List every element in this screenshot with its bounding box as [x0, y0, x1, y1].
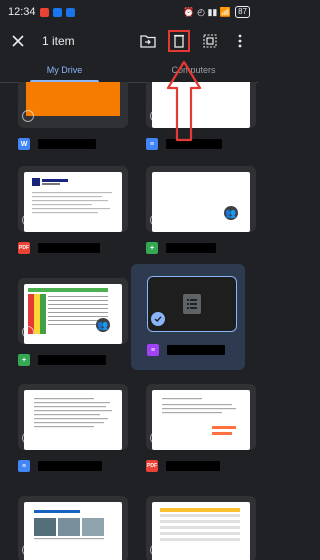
- notification-icon: [65, 7, 75, 17]
- notification-icon: [39, 7, 49, 17]
- file-thumbnail: [18, 278, 128, 344]
- word-icon: W: [18, 138, 30, 150]
- pdf-icon: PDF: [18, 242, 30, 254]
- close-icon[interactable]: [8, 31, 28, 51]
- file-meta: PDF: [146, 458, 220, 474]
- file-thumbnail: [146, 384, 256, 450]
- file-thumbnail: [146, 166, 256, 232]
- docs-icon: ≡: [146, 138, 158, 150]
- battery-icon: 87: [235, 6, 250, 18]
- file-meta: ≡: [147, 344, 225, 356]
- sheets-icon: +: [146, 242, 158, 254]
- selection-count: 1 item: [42, 34, 75, 48]
- file-meta: ≡: [18, 458, 102, 474]
- file-meta: +: [18, 352, 106, 368]
- selected-check-icon[interactable]: [151, 312, 165, 326]
- more-options-icon[interactable]: [230, 31, 250, 51]
- system-icons: ⏰ ◴ ▮▮ 📶: [183, 6, 232, 17]
- select-circle-icon[interactable]: [150, 544, 162, 556]
- sheets-icon: +: [18, 354, 30, 366]
- select-circle-icon[interactable]: [150, 110, 162, 122]
- file-name-redacted: [38, 355, 106, 365]
- file-thumbnail: [18, 496, 128, 560]
- shared-people-icon: 👥: [224, 206, 238, 220]
- select-circle-icon[interactable]: [22, 544, 34, 556]
- tab-my-drive[interactable]: My Drive: [0, 58, 129, 82]
- move-to-folder-icon[interactable]: [138, 31, 158, 51]
- select-circle-icon[interactable]: [150, 214, 162, 226]
- docs-icon: ≡: [18, 460, 30, 472]
- file-meta: PDF: [18, 240, 100, 256]
- file-name-redacted: [38, 139, 96, 149]
- docs-icon: ≡: [147, 344, 159, 356]
- file-meta: W: [18, 136, 96, 152]
- pdf-icon: PDF: [146, 460, 158, 472]
- drive-tabs: My Drive Computers: [0, 58, 258, 83]
- file-grid: W ≡ PDF 👥 + 👥 + ≡ ≡ PDF: [0, 82, 258, 560]
- select-circle-icon[interactable]: [22, 326, 34, 338]
- file-name-redacted: [166, 243, 216, 253]
- trash-icon: [174, 34, 184, 48]
- selected-file-card[interactable]: ≡: [131, 264, 245, 370]
- shared-people-icon: 👥: [96, 318, 110, 332]
- file-name-redacted: [38, 243, 100, 253]
- select-circle-icon[interactable]: [22, 110, 34, 122]
- notification-icon: [52, 7, 62, 17]
- status-bar: 12:34 ⏰ ◴ ▮▮ 📶 87: [0, 0, 258, 24]
- file-name-redacted: [166, 461, 220, 471]
- file-thumbnail: [18, 384, 128, 450]
- annotation-arrow: [166, 60, 202, 142]
- selection-toolbar: 1 item: [0, 24, 258, 58]
- file-thumbnail: [18, 82, 128, 128]
- file-name-redacted: [167, 345, 225, 355]
- file-thumbnail: [146, 496, 256, 560]
- file-meta: +: [146, 240, 216, 256]
- docs-placeholder-icon: [183, 294, 201, 314]
- select-all-icon[interactable]: [200, 31, 220, 51]
- select-circle-icon[interactable]: [22, 432, 34, 444]
- select-circle-icon[interactable]: [150, 432, 162, 444]
- file-thumbnail: [18, 166, 128, 232]
- delete-button-highlight[interactable]: [168, 30, 190, 52]
- clock: 12:34: [8, 6, 36, 18]
- file-name-redacted: [38, 461, 102, 471]
- select-circle-icon[interactable]: [22, 214, 34, 226]
